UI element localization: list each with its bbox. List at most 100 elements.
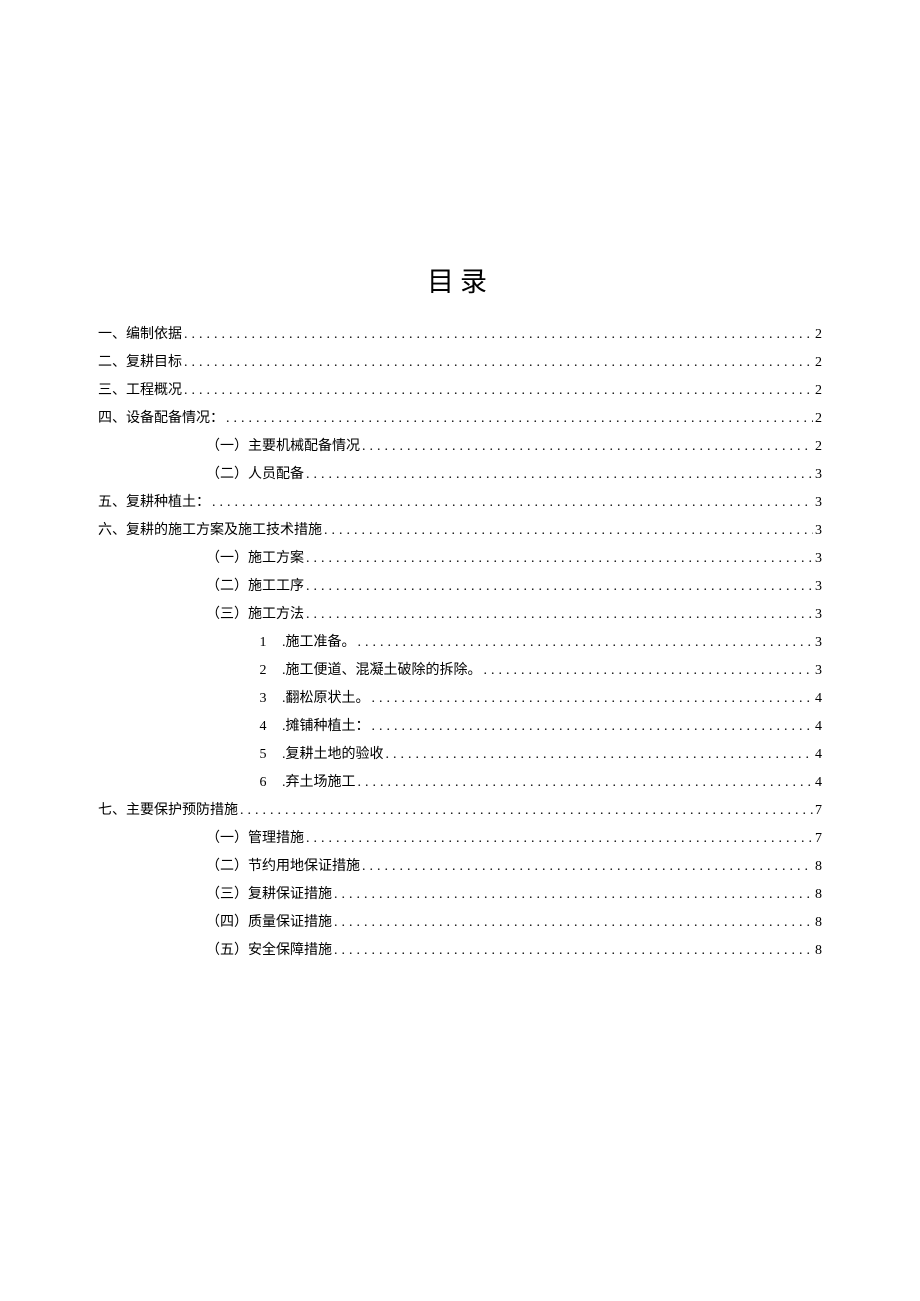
- toc-leader-dots: [358, 769, 814, 797]
- toc-entry: 一、编制依据 2: [98, 321, 822, 349]
- toc-entry-page: 8: [815, 937, 822, 965]
- toc-entry-page: 4: [815, 741, 822, 769]
- toc-entry: 七、主要保护预防措施 7: [98, 797, 822, 825]
- toc-leader-dots: [306, 545, 813, 573]
- page-title: 目录: [98, 260, 822, 299]
- toc-entry-label: 5 .复耕土地的验收: [250, 741, 384, 769]
- toc-entry-page: 3: [815, 517, 822, 545]
- toc-leader-dots: [306, 461, 813, 489]
- toc-entry: （一）管理措施 7: [98, 825, 822, 853]
- toc-leader-dots: [334, 881, 813, 909]
- toc-entry-page: 3: [815, 489, 822, 517]
- toc-entry-label: （三）复耕保证措施: [206, 881, 332, 909]
- toc-entry-number: 1: [250, 629, 276, 657]
- toc-leader-dots: [240, 797, 813, 825]
- toc-entry-label: 4.摊铺种植土：: [250, 713, 370, 741]
- toc-entry-page: 3: [815, 601, 822, 629]
- toc-entry-text: .施工便道、混凝土破除的拆除。: [282, 663, 482, 678]
- toc-leader-dots: [306, 601, 813, 629]
- toc-leader-dots: [362, 853, 813, 881]
- toc-entry-label: 一、编制依据: [98, 321, 182, 349]
- toc-entry: 4.摊铺种植土： 4: [98, 713, 822, 741]
- toc-entry-page: 2: [815, 377, 822, 405]
- toc-entry-page: 8: [815, 881, 822, 909]
- toc-entry-label: （五）安全保障措施: [206, 937, 332, 965]
- toc-entry: 四、设备配备情况： 2: [98, 405, 822, 433]
- toc-entry-label: 七、主要保护预防措施: [98, 797, 238, 825]
- toc-entry-number: 2: [250, 657, 276, 685]
- toc-entry-page: 3: [815, 657, 822, 685]
- toc-entry-number: 3: [250, 685, 276, 713]
- toc-entry-label: 三、工程概况: [98, 377, 182, 405]
- toc-entry-text: .复耕土地的验收: [282, 747, 384, 762]
- toc-entry-page: 8: [815, 853, 822, 881]
- toc-entry-label: （一）管理措施: [206, 825, 304, 853]
- toc-entry-label: 二、复耕目标: [98, 349, 182, 377]
- toc-leader-dots: [358, 629, 814, 657]
- toc-entry: 二、复耕目标 2: [98, 349, 822, 377]
- toc-entry-page: 4: [815, 769, 822, 797]
- toc-entry-label: 六、复耕的施工方案及施工技术措施: [98, 517, 322, 545]
- toc-entry-label: （一）施工方案: [206, 545, 304, 573]
- toc-leader-dots: [334, 937, 813, 965]
- toc-entry: 五、复耕种植土： 3: [98, 489, 822, 517]
- toc-leader-dots: [372, 713, 814, 741]
- toc-entry-page: 3: [815, 629, 822, 657]
- toc-entry-page: 8: [815, 909, 822, 937]
- toc-leader-dots: [184, 377, 813, 405]
- toc-leader-dots: [324, 517, 813, 545]
- document-page: 目录 一、编制依据2二、复耕目标2三、工程概况2四、设备配备情况：2（一）主要机…: [0, 0, 920, 965]
- toc-entry-page: 2: [815, 433, 822, 461]
- toc-entry-page: 4: [815, 713, 822, 741]
- toc-entry: 2 .施工便道、混凝土破除的拆除。 3: [98, 657, 822, 685]
- toc-entry-number: 5: [250, 741, 276, 769]
- toc-entry-label: 6 .弃土场施工: [250, 769, 356, 797]
- toc-entry: （三）复耕保证措施 8: [98, 881, 822, 909]
- toc-entry: 6 .弃土场施工 4: [98, 769, 822, 797]
- toc-entry-text: .施工准备。: [282, 635, 356, 650]
- toc-entry-label: （二）人员配备: [206, 461, 304, 489]
- toc-entry-label: （二）节约用地保证措施: [206, 853, 360, 881]
- toc-entry: （二）施工工序3: [98, 573, 822, 601]
- table-of-contents: 一、编制依据2二、复耕目标2三、工程概况2四、设备配备情况：2（一）主要机械配备…: [98, 321, 822, 965]
- toc-entry-page: 7: [815, 797, 822, 825]
- toc-entry-label: 四、设备配备情况：: [98, 405, 224, 433]
- toc-leader-dots: [334, 909, 813, 937]
- toc-entry: （四）质量保证措施 8: [98, 909, 822, 937]
- toc-entry-text: .摊铺种植土：: [282, 719, 370, 734]
- toc-entry: 3 .翻松原状土。 4: [98, 685, 822, 713]
- toc-entry-page: 3: [815, 461, 822, 489]
- toc-leader-dots: [226, 405, 813, 433]
- toc-entry: （二）人员配备 3: [98, 461, 822, 489]
- toc-leader-dots: [184, 349, 813, 377]
- toc-entry-label: （三）施工方法: [206, 601, 304, 629]
- toc-entry-page: 2: [815, 321, 822, 349]
- toc-entry-page: 3: [815, 545, 822, 573]
- toc-entry: （二）节约用地保证措施 8: [98, 853, 822, 881]
- toc-entry: （五）安全保障措施 8: [98, 937, 822, 965]
- toc-entry-label: 五、复耕种植土：: [98, 489, 210, 517]
- toc-entry: （一）主要机械配备情况 2: [98, 433, 822, 461]
- toc-entry-label: 3 .翻松原状土。: [250, 685, 370, 713]
- toc-leader-dots: [362, 433, 813, 461]
- toc-entry-page: 4: [815, 685, 822, 713]
- toc-entry: （一）施工方案 3: [98, 545, 822, 573]
- toc-entry: 六、复耕的施工方案及施工技术措施 3: [98, 517, 822, 545]
- toc-entry-label: （四）质量保证措施: [206, 909, 332, 937]
- toc-entry-label: 1 .施工准备。: [250, 629, 356, 657]
- toc-entry-number: 6: [250, 769, 276, 797]
- toc-entry-text: .弃土场施工: [282, 775, 356, 790]
- toc-entry: 三、工程概况 2: [98, 377, 822, 405]
- toc-entry-page: 3: [815, 573, 822, 601]
- toc-entry-page: 2: [815, 349, 822, 377]
- toc-leader-dots: [484, 657, 814, 685]
- toc-leader-dots: [306, 573, 813, 601]
- toc-entry-text: .翻松原状土。: [282, 691, 370, 706]
- toc-entry: （三）施工方法 3: [98, 601, 822, 629]
- toc-entry-page: 2: [815, 405, 822, 433]
- toc-entry-page: 7: [815, 825, 822, 853]
- toc-leader-dots: [184, 321, 813, 349]
- toc-entry-label: （一）主要机械配备情况: [206, 433, 360, 461]
- toc-entry: 5 .复耕土地的验收 4: [98, 741, 822, 769]
- toc-entry: 1 .施工准备。 3: [98, 629, 822, 657]
